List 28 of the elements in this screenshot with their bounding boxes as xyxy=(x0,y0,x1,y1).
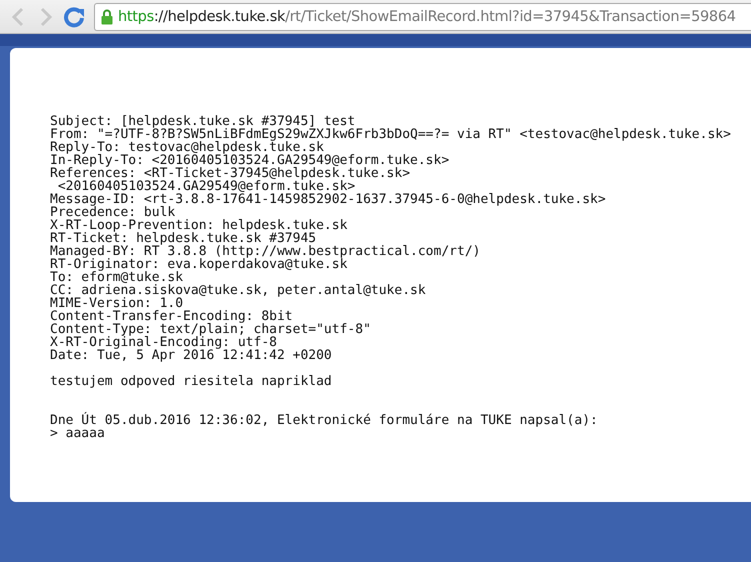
header-line: <20160405103524.GA29549@eform.tuke.sk> xyxy=(58,180,356,193)
header-line: Managed-BY: RT 3.8.8 (http://www.bestpractical.com/rt/) xyxy=(50,245,480,258)
reload-icon xyxy=(63,6,85,28)
header-line: Reply-To: testovac@helpdesk.tuke.sk xyxy=(50,141,324,154)
header-line: To: eform@tuke.sk xyxy=(50,271,184,284)
address-bar[interactable]: https://helpdesk.tuke.sk/rt/Ticket/ShowEmailRecord.html?id=37945&Transaction=59864 xyxy=(94,2,751,30)
header-line: MIME-Version: 1.0 xyxy=(50,297,184,310)
chevron-right-icon xyxy=(39,6,53,26)
quote-intro: Dne Út 05.dub.2016 12:36:02, Elektronické formuláre na TUKE napsal(a): xyxy=(50,414,598,427)
message-text: testujem odpoved riesitela napriklad xyxy=(50,375,332,388)
header-line: X-RT-Original-Encoding: utf-8 xyxy=(50,336,277,349)
header-line: Date: Tue, 5 Apr 2016 12:41:42 +0200 xyxy=(50,349,332,362)
header-line: Subject: [helpdesk.tuke.sk #37945] test xyxy=(50,115,356,128)
header-line: Precedence: bulk xyxy=(50,206,176,219)
header-line: From: "=?UTF-8?B?SW5nLiBFdmEgS29wZXJkw6Frb3bDoQ==?= via RT" <testovac@helpdesk.tuke.sk> xyxy=(50,128,731,141)
header-line: Message-ID: <rt-3.8.8-17641-1459852902-1637.37945-6-0@helpdesk.tuke.sk> xyxy=(50,193,606,206)
header-line: RT-Ticket: helpdesk.tuke.sk #37945 xyxy=(50,232,316,245)
quoted-line: > aaaaa xyxy=(50,427,105,440)
header-line: CC: adriena.siskova@tuke.sk, peter.antal@tuke.sk xyxy=(50,284,426,297)
header-line: Content-Type: text/plain; charset="utf-8" xyxy=(50,323,371,336)
chevron-left-icon xyxy=(11,6,25,26)
header-line: References: <RT-Ticket-37945@helpdesk.tuke.sk> xyxy=(50,167,410,180)
reload-button[interactable] xyxy=(62,4,86,28)
header-line: X-RT-Loop-Prevention: helpdesk.tuke.sk xyxy=(50,219,348,232)
header-line: Content-Transfer-Encoding: 8bit xyxy=(50,310,293,323)
header-line: In-Reply-To: <20160405103524.GA29549@eform.tuke.sk> xyxy=(50,154,450,167)
url-text: https://helpdesk.tuke.sk/rt/Ticket/ShowEmailRecord.html?id=37945&Transaction=59864 xyxy=(118,8,736,24)
header-line: RT-Originator: eva.koperdakova@tuke.sk xyxy=(50,258,348,271)
